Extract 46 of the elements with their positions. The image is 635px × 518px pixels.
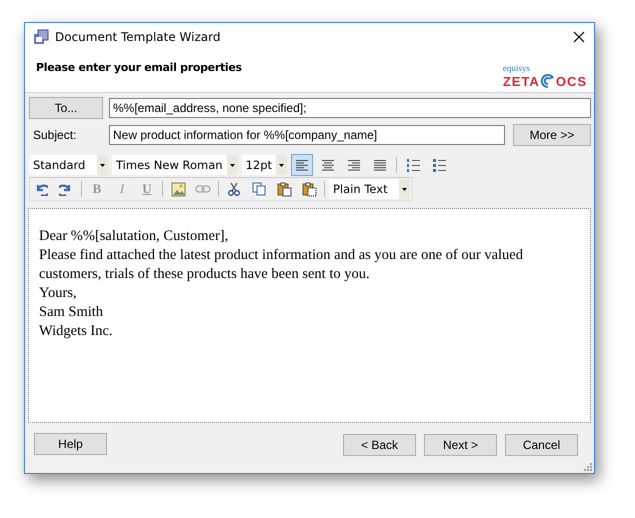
dropdown-arrow-icon bbox=[228, 162, 236, 168]
to-field[interactable]: %%[email_address, none specified]; bbox=[109, 98, 591, 118]
to-button[interactable]: To... bbox=[29, 97, 103, 119]
text-format-dropdown[interactable]: Plain Text bbox=[329, 179, 410, 199]
style-dropdown[interactable]: Standard bbox=[29, 155, 108, 175]
justify-icon bbox=[373, 158, 388, 172]
next-button[interactable]: Next > bbox=[424, 434, 497, 456]
paste-special-icon bbox=[302, 182, 316, 196]
logo-text: ZETA bbox=[502, 74, 540, 88]
align-left-button[interactable] bbox=[291, 154, 314, 176]
message-editor[interactable] bbox=[28, 208, 591, 423]
scissors-icon bbox=[227, 182, 241, 196]
cancel-button[interactable]: Cancel bbox=[505, 434, 578, 456]
wizard-app-icon bbox=[33, 29, 49, 45]
more-button[interactable]: More >> bbox=[513, 124, 591, 146]
bullet-list-icon bbox=[432, 158, 446, 172]
align-left-icon bbox=[295, 158, 310, 172]
font-dropdown[interactable]: Times New Roman bbox=[112, 155, 238, 175]
copy-icon bbox=[252, 182, 266, 196]
logo-text: OCS bbox=[556, 74, 587, 88]
subject-field[interactable]: New product information for %%[company_name] bbox=[109, 125, 505, 145]
redo-icon bbox=[59, 182, 73, 196]
align-center-icon bbox=[321, 158, 336, 172]
paste-icon bbox=[276, 182, 292, 196]
back-button[interactable]: < Back bbox=[343, 434, 416, 456]
dropdown-arrow-icon bbox=[99, 162, 106, 168]
image-icon bbox=[170, 182, 186, 196]
logo-tagline: equisys bbox=[502, 64, 530, 73]
undo-icon bbox=[34, 182, 48, 196]
align-right-icon bbox=[347, 158, 362, 172]
close-icon bbox=[573, 31, 585, 43]
body-text: Sam Smith bbox=[39, 303, 104, 322]
body-text: Yours, bbox=[39, 284, 78, 303]
resize-grip-icon bbox=[583, 462, 592, 471]
font-size-dropdown[interactable]: 12pt bbox=[242, 155, 288, 175]
body-text: Widgets Inc. bbox=[39, 322, 114, 341]
page-heading: Please enter your email properties bbox=[36, 61, 242, 74]
body-text: Dear %%[salutation, Customer], bbox=[39, 227, 230, 246]
help-button[interactable]: Help bbox=[34, 432, 107, 454]
numbered-list-icon bbox=[406, 158, 420, 172]
window-title: Document Template Wizard bbox=[55, 30, 222, 44]
dropdown-arrow-icon bbox=[278, 162, 286, 168]
swirl-icon bbox=[540, 73, 556, 89]
dropdown-arrow-icon bbox=[401, 186, 408, 192]
subject-label: Subject: bbox=[32, 128, 78, 142]
body-text: Please find attached the latest product information and as you are one of our valued customers, trials of these products have been sent to you. bbox=[39, 246, 524, 284]
